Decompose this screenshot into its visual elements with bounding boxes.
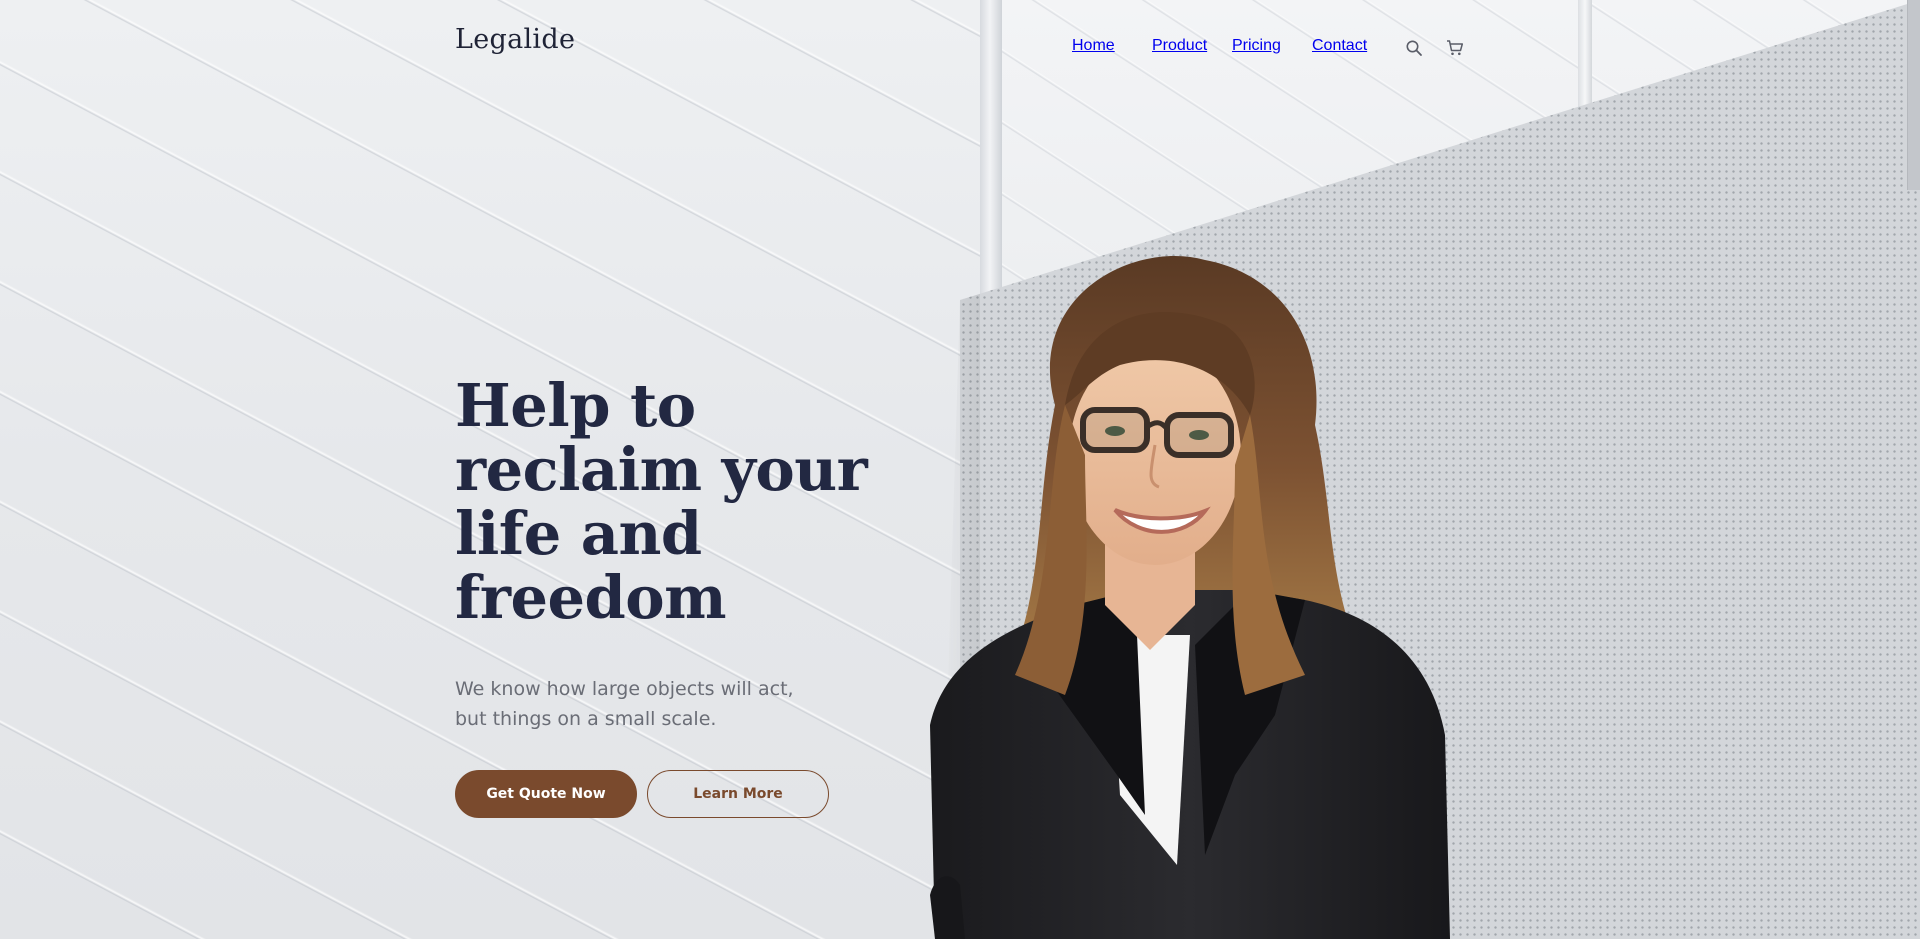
hero-title-line: life and	[455, 499, 702, 568]
get-quote-button[interactable]: Get Quote Now	[455, 770, 637, 818]
hero-subtitle-line: We know how large objects will act,	[455, 678, 794, 700]
nav-contact[interactable]: Contact	[1312, 37, 1367, 55]
search-icon[interactable]	[1405, 39, 1423, 57]
cart-icon[interactable]	[1446, 39, 1464, 57]
nav-pricing[interactable]: Pricing	[1232, 37, 1281, 55]
hero-person-image	[930, 255, 1450, 939]
hero-title-line: freedom	[455, 563, 727, 632]
hero-subtitle-line: but things on a small scale.	[455, 708, 717, 730]
nav-home[interactable]: Home	[1072, 37, 1115, 55]
wall-pillar-small	[1578, 0, 1592, 110]
brand-logo[interactable]: Legalide	[455, 24, 575, 55]
hero-title-line: reclaim your	[455, 435, 868, 504]
hero-title: Help to reclaim your life and freedom	[455, 374, 895, 630]
learn-more-button[interactable]: Learn More	[647, 770, 829, 818]
hero-title-line: Help to	[455, 371, 696, 440]
hero-subtitle: We know how large objects will act, but …	[455, 674, 855, 734]
page-scrollbar[interactable]	[1907, 0, 1920, 190]
nav-product[interactable]: Product	[1152, 37, 1207, 55]
